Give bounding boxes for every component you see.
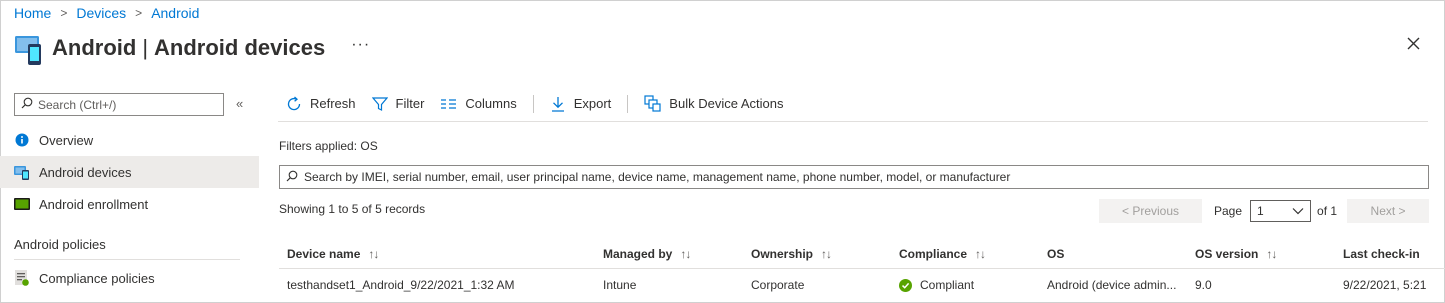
filter-button[interactable]: Filter bbox=[364, 90, 433, 118]
export-label: Export bbox=[573, 96, 612, 111]
column-header-last-check-in[interactable]: Last check-in bbox=[1335, 239, 1445, 269]
column-header-label: OS version bbox=[1195, 247, 1259, 261]
enrollment-icon bbox=[14, 196, 30, 212]
toolbar-divider bbox=[627, 94, 629, 113]
columns-label: Columns bbox=[465, 96, 517, 111]
column-header-device-name[interactable]: Device name ↑↓ bbox=[279, 239, 595, 269]
sidebar: « Overview Android devices Android enrol… bbox=[0, 84, 259, 303]
download-icon bbox=[551, 96, 564, 112]
column-header-label: Ownership bbox=[751, 247, 814, 261]
more-actions-button[interactable]: ··· bbox=[351, 36, 370, 54]
page-title: Android | Android devices bbox=[52, 35, 325, 61]
page-select-value: 1 bbox=[1257, 204, 1264, 218]
sort-icon: ↑↓ bbox=[821, 247, 832, 261]
title-separator: | bbox=[142, 35, 149, 60]
filter-label: Filter bbox=[395, 96, 425, 111]
column-header-label: Compliance bbox=[899, 247, 968, 261]
divider bbox=[14, 259, 240, 260]
check-circle-icon bbox=[899, 278, 912, 292]
column-header-managed-by[interactable]: Managed by ↑↓ bbox=[595, 239, 743, 269]
cell-compliance: Compliant bbox=[891, 270, 1039, 300]
device-search-input[interactable] bbox=[304, 170, 1424, 184]
breadcrumb-home[interactable]: Home bbox=[14, 5, 51, 21]
compliance-status: Compliant bbox=[920, 278, 975, 292]
column-header-os[interactable]: OS bbox=[1039, 239, 1187, 269]
page-label: Page bbox=[1214, 204, 1243, 218]
records-count: Showing 1 to 5 of 5 records bbox=[279, 202, 426, 216]
sidebar-item-compliance-policies[interactable]: Compliance policies bbox=[0, 262, 259, 294]
table-header: Device name ↑↓ Managed by ↑↓ Ownership ↑↓ C… bbox=[279, 239, 1445, 269]
export-button[interactable]: Export bbox=[542, 90, 620, 118]
bulk-device-actions-button[interactable]: Bulk Device Actions bbox=[636, 90, 791, 118]
toolbar-divider bbox=[532, 94, 534, 113]
column-header-label: OS bbox=[1047, 247, 1065, 261]
info-icon bbox=[14, 132, 30, 148]
filters-applied-text: Filters applied: OS bbox=[279, 139, 378, 153]
filter-icon bbox=[371, 96, 388, 111]
previous-page-button[interactable]: < Previous bbox=[1099, 199, 1202, 223]
sidebar-item-android-enrollment[interactable]: Android enrollment bbox=[0, 188, 259, 220]
sidebar-item-label: Android enrollment bbox=[39, 196, 149, 212]
page-title-bold: Android bbox=[52, 35, 137, 60]
page-total: of 1 bbox=[1317, 204, 1338, 218]
sidebar-search[interactable] bbox=[14, 93, 224, 116]
refresh-button[interactable]: Refresh bbox=[278, 90, 364, 118]
devices-icon bbox=[14, 32, 44, 65]
breadcrumb-android[interactable]: Android bbox=[151, 5, 199, 21]
table-row[interactable]: testhandset1_Android_9/22/2021_1:32 AM I… bbox=[279, 270, 1445, 302]
search-icon bbox=[21, 97, 33, 112]
sidebar-item-label: Compliance policies bbox=[39, 270, 155, 286]
page-select[interactable]: 1 bbox=[1250, 200, 1312, 222]
search-icon bbox=[286, 170, 298, 185]
sort-icon: ↑↓ bbox=[1266, 247, 1277, 261]
page-title-rest: Android devices bbox=[154, 35, 326, 60]
next-page-button[interactable]: Next > bbox=[1347, 199, 1430, 223]
chevron-down-icon bbox=[1292, 204, 1304, 218]
refresh-icon bbox=[287, 96, 301, 110]
sort-icon: ↑↓ bbox=[975, 247, 986, 261]
page-header: Android | Android devices ··· bbox=[14, 32, 370, 65]
columns-button[interactable]: Columns bbox=[432, 90, 524, 118]
section-heading-android-policies: Android policies bbox=[14, 237, 106, 252]
refresh-label: Refresh bbox=[310, 96, 356, 111]
compliance-policy-icon bbox=[14, 270, 30, 286]
sort-icon: ↑↓ bbox=[680, 247, 691, 261]
devices-icon bbox=[14, 164, 30, 180]
device-search[interactable] bbox=[279, 165, 1429, 189]
cell-last-check-in: 9/22/2021, 5:21 bbox=[1343, 278, 1427, 292]
cell-os-version: 9.0 bbox=[1195, 278, 1212, 292]
column-header-ownership[interactable]: Ownership ↑↓ bbox=[743, 239, 891, 269]
collapse-sidebar-icon[interactable]: « bbox=[236, 96, 243, 111]
columns-icon bbox=[441, 98, 457, 109]
column-header-os-version[interactable]: OS version ↑↓ bbox=[1187, 239, 1335, 269]
command-bar: Refresh Filter Columns Export Bulk Devic… bbox=[278, 86, 1428, 122]
sidebar-item-overview[interactable]: Overview bbox=[0, 124, 259, 156]
cell-ownership: Corporate bbox=[751, 278, 805, 292]
chevron-right-icon: > bbox=[60, 6, 68, 20]
sidebar-item-android-devices[interactable]: Android devices bbox=[0, 156, 259, 188]
close-icon[interactable] bbox=[1404, 34, 1424, 54]
bulk-device-actions-label: Bulk Device Actions bbox=[669, 96, 784, 111]
cell-device-name[interactable]: testhandset1_Android_9/22/2021_1:32 AM bbox=[279, 270, 595, 300]
column-header-label: Managed by bbox=[603, 247, 673, 261]
sort-icon: ↑↓ bbox=[368, 247, 379, 261]
column-header-label: Device name bbox=[287, 247, 361, 261]
cell-managed-by: Intune bbox=[603, 278, 637, 292]
column-header-label: Last check-in bbox=[1343, 247, 1420, 261]
sidebar-item-label: Android devices bbox=[39, 164, 132, 180]
breadcrumb-devices[interactable]: Devices bbox=[76, 5, 126, 21]
breadcrumb: Home > Devices > Android bbox=[14, 5, 199, 21]
column-header-compliance[interactable]: Compliance ↑↓ bbox=[891, 239, 1039, 269]
chevron-right-icon: > bbox=[135, 6, 143, 20]
pagination: < Previous Page 1 of 1 Next > bbox=[1099, 199, 1430, 223]
sidebar-item-label: Overview bbox=[39, 132, 94, 148]
cell-os: Android (device admin... bbox=[1047, 278, 1177, 292]
bulk-actions-icon bbox=[644, 95, 661, 112]
sidebar-search-input[interactable] bbox=[38, 97, 218, 112]
